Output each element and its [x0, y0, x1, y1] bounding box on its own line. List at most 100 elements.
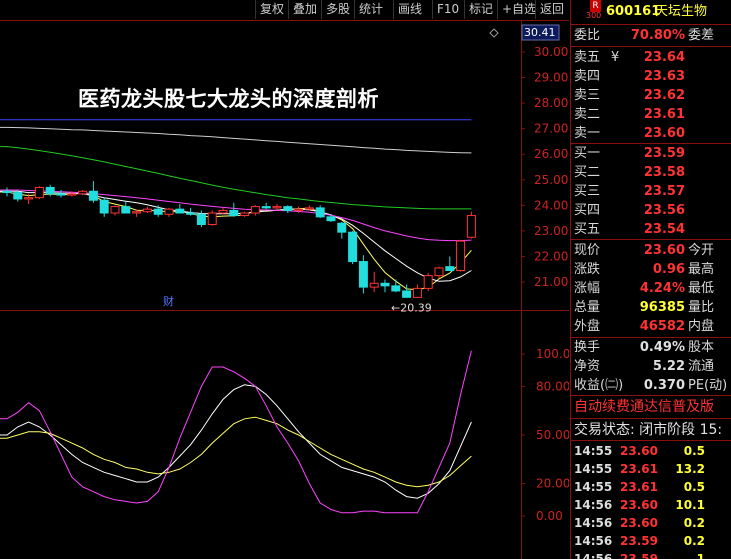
- toolbar-btn-3[interactable]: 统计: [354, 0, 387, 19]
- price-tick-label: 28.00: [534, 96, 568, 110]
- yuan-icon: ¥: [611, 50, 620, 65]
- ask-row[interactable]: 卖二 23.61: [571, 105, 731, 124]
- stat-row: 涨跌 0.96 最高: [571, 260, 731, 279]
- ad-ticker[interactable]: 自动续费通达信普及版: [574, 397, 731, 417]
- candle-body: [2, 190, 12, 194]
- current-price-tag: 30.41: [524, 26, 556, 39]
- candle: [34, 186, 44, 199]
- price-tick-label: 23.00: [534, 224, 568, 238]
- candle: [164, 207, 174, 217]
- indicator-tick-label: 0.00: [536, 509, 563, 523]
- bid-row[interactable]: 买三 23.57: [571, 182, 731, 201]
- stat-row: 涨幅 4.24% 最低: [571, 279, 731, 298]
- candle: [229, 202, 239, 217]
- tick-row: 14:55 23.60 0.5: [571, 442, 731, 460]
- tick-time: 14:56: [574, 498, 613, 512]
- bid-price: 23.56: [643, 203, 685, 218]
- toolbar-btn-0[interactable]: 复权: [255, 0, 288, 19]
- toolbar-btn-4[interactable]: 画线: [393, 0, 426, 19]
- trade-state: 交易状态: 闭市阶段 15:: [574, 422, 723, 438]
- price-tick-label: 26.00: [534, 147, 568, 161]
- toolbar-btn-1[interactable]: 叠加: [288, 0, 321, 19]
- tick-price: 23.60: [620, 444, 658, 458]
- separator: [571, 418, 731, 419]
- indicator-tick-label: 50.00: [536, 428, 569, 442]
- ask-label: 卖一: [574, 126, 601, 141]
- bid-price: 23.57: [643, 184, 685, 199]
- finance-marker[interactable]: 财: [163, 294, 174, 308]
- toolbar-btn-8[interactable]: 返回: [535, 0, 568, 19]
- low-price-marker: ←20.39: [391, 302, 432, 315]
- ask-row[interactable]: 卖三 23.62: [571, 86, 731, 105]
- stat2-value: 0.370: [643, 378, 685, 393]
- bid-label: 买五: [574, 222, 601, 237]
- candle-body: [67, 193, 77, 196]
- stock-name[interactable]: 天坛生物: [655, 3, 707, 21]
- stock-header: R 300 600161 天坛生物: [571, 0, 731, 24]
- candle-body: [412, 287, 422, 298]
- stock-code[interactable]: 600161: [606, 3, 660, 21]
- price-tick-label: 27.00: [534, 122, 568, 136]
- bid-row[interactable]: 买五 23.54: [571, 220, 731, 239]
- stat-label: 涨跌: [574, 262, 601, 277]
- candle-body: [304, 207, 314, 210]
- bid-price: 23.58: [643, 165, 685, 180]
- toolbar-btn-7[interactable]: +自选: [497, 0, 540, 19]
- stat-row: 总量 96385 量比: [571, 298, 731, 317]
- candle-body: [261, 206, 271, 209]
- tick-price: 23.60: [620, 516, 658, 530]
- ask-row[interactable]: 卖一 23.60: [571, 124, 731, 143]
- tick-volume: 0.5: [683, 444, 705, 458]
- weicha-label: 委差: [688, 28, 715, 43]
- price-tick-label: 21.00: [534, 275, 568, 289]
- stat2-row: 收益(㈡) 0.370 PE(动): [571, 376, 731, 395]
- tick-volume: 13.2: [675, 462, 705, 476]
- toolbar-btn-2[interactable]: 多股: [321, 0, 354, 19]
- candle-body: [337, 222, 347, 233]
- stat-row: 现价 23.60 今开: [571, 241, 731, 260]
- candle: [423, 273, 433, 291]
- candle: [121, 201, 131, 214]
- chart-area[interactable]: 30.00 29.00 28.00 27.00 26.00 25.00 24.00 23.00…: [0, 20, 569, 559]
- candle: [456, 239, 466, 272]
- tick-volume: 0.5: [683, 480, 705, 494]
- tick-price: 23.59: [620, 552, 658, 559]
- separator: [571, 239, 731, 240]
- toolbar-btn-5[interactable]: F10: [432, 0, 463, 19]
- stat2-row: 换手 0.49% 股本: [571, 338, 731, 357]
- diamond-icon[interactable]: [489, 28, 499, 38]
- stat2-label: 收益(㈡): [574, 378, 624, 393]
- tick-price: 23.59: [620, 534, 658, 548]
- ma-line-ma120: [0, 126, 472, 154]
- candle-body: [434, 267, 444, 277]
- candle: [240, 211, 250, 217]
- tick-row: 14:56 23.59 0.2: [571, 532, 731, 550]
- indicator-tick-label: 20.00: [536, 477, 569, 491]
- toolbar-btn-6[interactable]: 标记: [464, 0, 497, 19]
- ask-row[interactable]: 卖五 ¥23.64: [571, 48, 731, 67]
- bid-row[interactable]: 买一 23.59: [571, 144, 731, 163]
- ask-row[interactable]: 卖四 23.63: [571, 67, 731, 86]
- price-tick-label: 30.00: [534, 45, 568, 59]
- ask-label: 卖二: [574, 107, 601, 122]
- candle-body: [456, 240, 466, 272]
- candle-body: [445, 266, 455, 272]
- candle-body: [164, 208, 174, 215]
- candle: [88, 181, 98, 203]
- candle: [434, 266, 444, 279]
- stat-extra-label: 量比: [688, 300, 715, 315]
- candle: [380, 279, 390, 293]
- candle: [445, 256, 455, 272]
- tick-time: 14:56: [574, 516, 613, 530]
- r-badge-sub: 300: [586, 11, 602, 20]
- candle-body: [153, 208, 163, 215]
- tick-time: 14:56: [574, 552, 613, 559]
- tick-volume: 1: [696, 552, 705, 559]
- ask-price: 23.63: [643, 69, 685, 84]
- tick-time: 14:55: [574, 444, 613, 458]
- bid-price: 23.59: [643, 146, 685, 161]
- bid-row[interactable]: 买二 23.58: [571, 163, 731, 182]
- bid-row[interactable]: 买四 23.56: [571, 201, 731, 220]
- indicator-tick-label: 80.00: [536, 379, 569, 393]
- candle: [315, 205, 325, 219]
